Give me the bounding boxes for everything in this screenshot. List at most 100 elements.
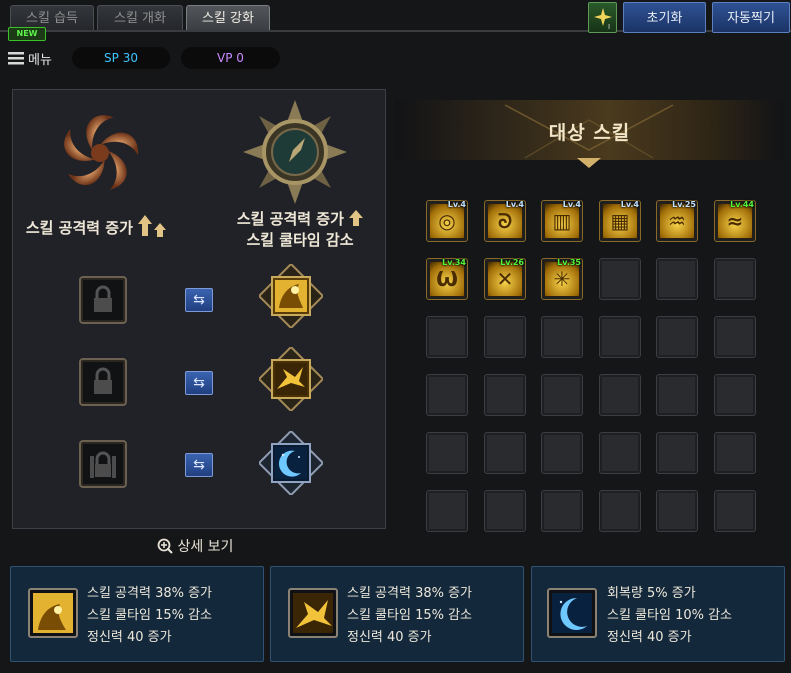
- hamburger-icon: [8, 52, 24, 65]
- skill-slot-3[interactable]: [259, 431, 323, 495]
- target-skill-slot[interactable]: ᘐ Lv.4: [484, 200, 526, 242]
- svg-text:I: I: [608, 23, 610, 31]
- detail-view-label: 상세 보기: [177, 539, 234, 555]
- target-skill-slot[interactable]: ✳ Lv.35: [541, 258, 583, 300]
- swap-button-2[interactable]: ⇆: [185, 371, 213, 395]
- skill-level-label: Lv.4: [447, 200, 466, 209]
- target-skill-slot[interactable]: [541, 316, 583, 358]
- skill-icon: ▥: [545, 204, 579, 238]
- vp-counter: VP 0: [181, 47, 280, 69]
- target-skill-slot[interactable]: [599, 490, 641, 532]
- skill-icon: ◎: [430, 204, 464, 238]
- zoom-in-icon: [157, 538, 173, 554]
- lock-gate-icon: [90, 451, 116, 478]
- reset-button[interactable]: 초기화: [623, 2, 706, 33]
- locked-slot-1[interactable]: [79, 276, 127, 324]
- target-skill-slot[interactable]: [541, 432, 583, 474]
- menu-button[interactable]: 메뉴: [8, 47, 52, 69]
- skill-icon: ✳: [545, 262, 579, 296]
- target-skill-slot[interactable]: [656, 490, 698, 532]
- skill-slot-1[interactable]: [259, 264, 323, 328]
- effect-card-1-text: 스킬 공격력 38% 증가 스킬 쿨타임 15% 감소 정신력 40 증가: [87, 583, 212, 649]
- skill-level-label: Lv.4: [562, 200, 581, 209]
- target-skill-slot[interactable]: [426, 316, 468, 358]
- target-skill-slot[interactable]: [714, 316, 756, 358]
- target-skill-slot[interactable]: [656, 374, 698, 416]
- target-skill-slot[interactable]: [599, 316, 641, 358]
- target-skill-slot[interactable]: ♒ Lv.25: [656, 200, 698, 242]
- target-skill-slot[interactable]: [714, 490, 756, 532]
- locked-slot-3[interactable]: [79, 440, 127, 488]
- enhance-right-title-line1: 스킬 공격력 증가: [236, 210, 344, 228]
- skill-preset-button[interactable]: I: [588, 2, 617, 33]
- up-arrow-icon: [349, 210, 364, 226]
- target-skill-slot[interactable]: [484, 374, 526, 416]
- effect-card-2-text: 스킬 공격력 38% 증가 스킬 쿨타임 15% 감소 정신력 40 증가: [347, 583, 472, 649]
- target-skill-slot[interactable]: [714, 258, 756, 300]
- skill-icon: ≈: [718, 204, 752, 238]
- double-up-arrow-icon: [138, 215, 167, 237]
- target-skill-slot[interactable]: [599, 374, 641, 416]
- skill-slot-2[interactable]: [259, 347, 323, 411]
- sparkle-icon: I: [594, 8, 612, 31]
- effect-line: 스킬 쿨타임 15% 감소: [87, 608, 213, 623]
- target-skill-slot[interactable]: [426, 432, 468, 474]
- target-skill-slot[interactable]: [714, 432, 756, 474]
- target-skill-slot[interactable]: ▥ Lv.4: [541, 200, 583, 242]
- target-skill-slot[interactable]: [484, 432, 526, 474]
- golden-burst-icon: [259, 347, 323, 411]
- target-skill-slot[interactable]: [656, 258, 698, 300]
- tab-skill-enhance[interactable]: 스킬 강화: [186, 5, 270, 31]
- swap-button-3[interactable]: ⇆: [185, 453, 213, 477]
- target-skill-slot[interactable]: [656, 316, 698, 358]
- locked-slot-2[interactable]: [79, 358, 127, 406]
- target-skill-slot[interactable]: [656, 432, 698, 474]
- skill-level-label: Lv.4: [620, 200, 639, 209]
- skill-level-label: Lv.4: [505, 200, 524, 209]
- skill-icon: ᘐ: [488, 204, 522, 238]
- effect-line: 스킬 쿨타임 15% 감소: [347, 608, 473, 623]
- target-skill-slot[interactable]: [484, 316, 526, 358]
- lock-icon: [94, 367, 112, 394]
- target-skill-slot[interactable]: ≈ Lv.44: [714, 200, 756, 242]
- swap-arrows-icon: ⇆: [193, 375, 205, 391]
- skill-icon: ▦: [603, 204, 637, 238]
- target-skill-slot[interactable]: [484, 490, 526, 532]
- swap-arrows-icon: ⇆: [193, 457, 205, 473]
- skill-level-label: Lv.26: [500, 258, 524, 267]
- target-skill-slot[interactable]: [541, 490, 583, 532]
- enhance-right-title: 스킬 공격력 증가 스킬 쿨타임 감소: [220, 209, 380, 251]
- enhance-left-title: 스킬 공격력 증가: [22, 215, 172, 239]
- lock-icon: [94, 285, 112, 312]
- effect-line: 정신력 40 증가: [607, 630, 692, 645]
- new-badge: NEW: [8, 27, 46, 41]
- effect-card-3-text: 회복량 5% 증가 스킬 쿨타임 10% 감소 정신력 40 증가: [607, 583, 732, 649]
- target-skill-slot[interactable]: ▦ Lv.4: [599, 200, 641, 242]
- skill-icon: ♒: [660, 204, 694, 238]
- tab-skill-bloom[interactable]: 스킬 개화: [97, 5, 183, 31]
- skill-icon: Ѡ: [430, 262, 464, 296]
- detail-view-link[interactable]: 상세 보기: [157, 536, 233, 556]
- target-skill-slot[interactable]: [599, 432, 641, 474]
- target-skill-slot[interactable]: [426, 374, 468, 416]
- target-skill-slot[interactable]: [599, 258, 641, 300]
- golden-warrior-icon: [259, 264, 323, 328]
- crescent-moon-icon: [547, 588, 597, 638]
- effect-line: 정신력 40 증가: [347, 630, 432, 645]
- effect-line: 회복량 5% 증가: [607, 586, 696, 601]
- target-skill-slot[interactable]: [714, 374, 756, 416]
- golden-warrior-icon: [28, 588, 78, 638]
- effect-line: 스킬 공격력 38% 증가: [87, 586, 213, 601]
- effect-line: 스킬 공격력 38% 증가: [347, 586, 473, 601]
- compass-emblem-icon: [243, 100, 347, 204]
- sp-counter: SP 30: [72, 47, 170, 69]
- target-skill-slot[interactable]: ✕ Lv.26: [484, 258, 526, 300]
- swap-button-1[interactable]: ⇆: [185, 288, 213, 312]
- golden-burst-icon: [288, 588, 338, 638]
- target-skill-slot[interactable]: [541, 374, 583, 416]
- target-skill-slot[interactable]: Ѡ Lv.34: [426, 258, 468, 300]
- target-skill-slot[interactable]: [426, 490, 468, 532]
- skill-level-label: Lv.44: [730, 200, 754, 209]
- auto-assign-button[interactable]: 자동찍기: [712, 2, 790, 33]
- target-skill-slot[interactable]: ◎ Lv.4: [426, 200, 468, 242]
